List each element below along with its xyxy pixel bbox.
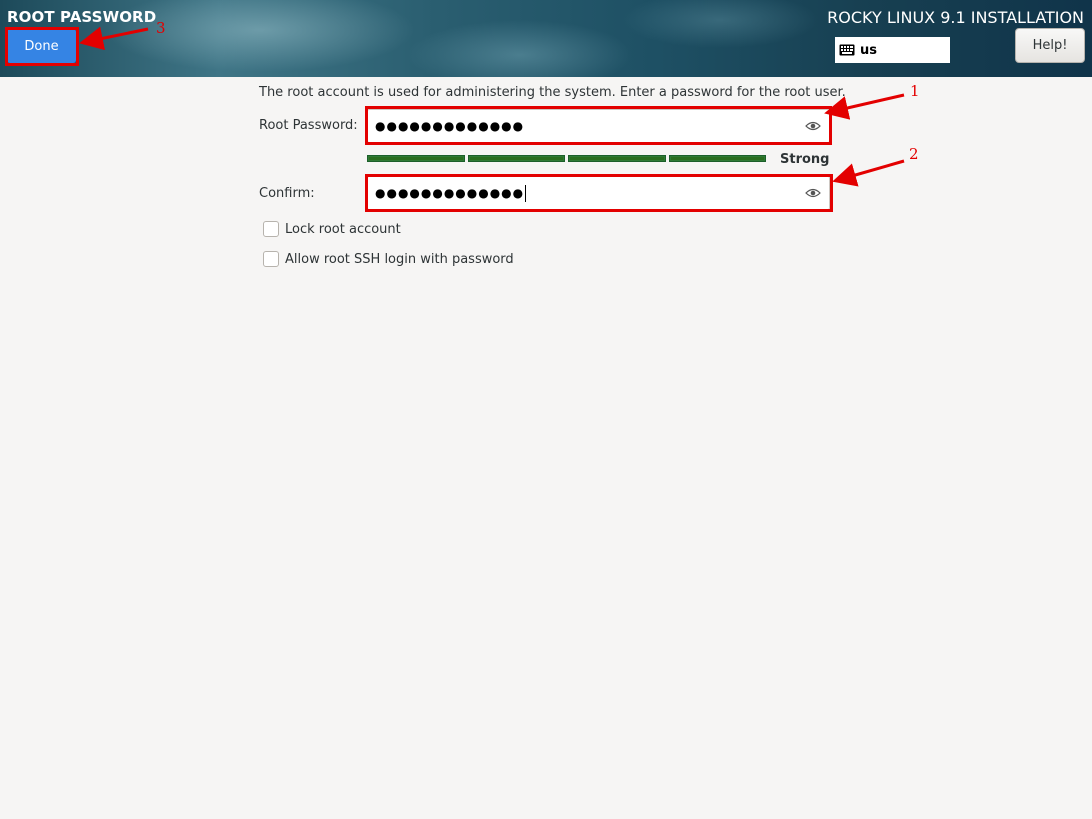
annotation-arrows (79, 26, 905, 187)
annotation-number-3: 3 (156, 19, 166, 37)
annotation-arrow-1 (824, 93, 905, 120)
annotation-number-2: 2 (909, 145, 919, 163)
annotation-number-1: 1 (910, 82, 920, 100)
annotation-arrow-2 (832, 159, 905, 187)
annotation-arrow-3 (79, 26, 149, 51)
